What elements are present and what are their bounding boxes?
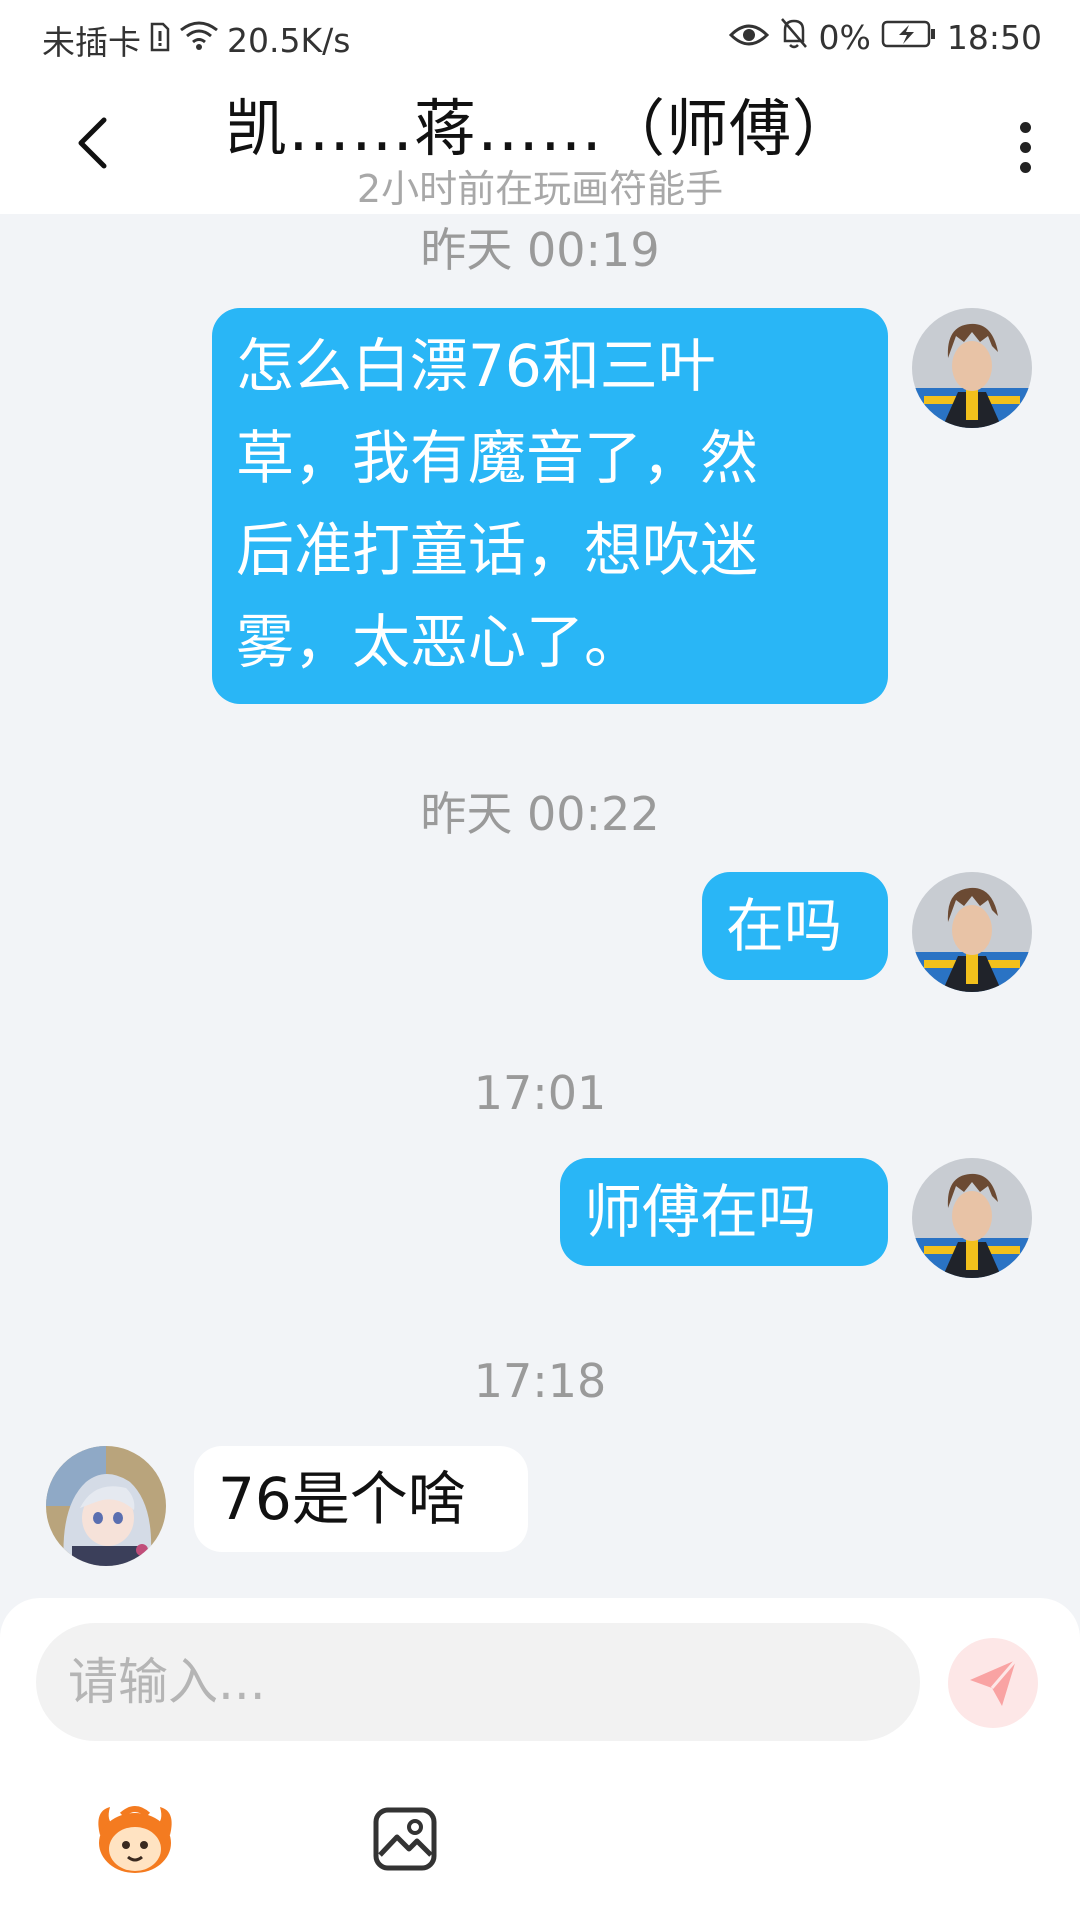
message-input[interactable] — [36, 1623, 920, 1741]
message-bubble-sent[interactable]: 怎么白漂76和三叶 草，我有魔音了，然 后准打童话，想吹迷 雾，太恶心了。 — [212, 308, 888, 704]
message-line: 雾，太恶心了。 — [236, 608, 643, 676]
carrier-label: 未插卡 — [42, 23, 141, 62]
chat-header: 凯……蒋……（师傅） 2小时前在玩画符能手 — [0, 76, 1080, 214]
time-separator: 昨天 00:22 — [420, 787, 660, 841]
my-avatar[interactable] — [912, 872, 1032, 992]
back-button[interactable] — [62, 108, 122, 178]
contact-name: 凯……蒋……（师傅） — [224, 92, 855, 165]
contact-avatar[interactable] — [46, 1446, 166, 1566]
my-avatar[interactable] — [912, 1158, 1032, 1278]
emoji-mascot-icon — [98, 1806, 172, 1873]
battery-charging-icon — [881, 18, 937, 57]
status-left: 未插卡 20.5K/s — [42, 16, 350, 64]
message-bubble-sent[interactable]: 在吗 — [702, 872, 888, 980]
message-bubble-sent[interactable]: 师傅在吗 — [560, 1158, 888, 1266]
time-separator: 17:01 — [473, 1066, 607, 1120]
message-text: 76是个啥 — [218, 1465, 466, 1533]
status-right: 0% 18:50 — [728, 16, 1042, 58]
wifi-icon — [179, 20, 219, 60]
my-avatar[interactable] — [912, 308, 1032, 428]
message-line: 草，我有魔音了，然 — [236, 424, 759, 492]
send-button[interactable] — [948, 1638, 1038, 1728]
battery-percent: 0% — [818, 17, 871, 57]
chevron-left-icon — [78, 117, 107, 169]
emoji-button[interactable] — [90, 1794, 180, 1884]
message-text: 在吗 — [726, 892, 843, 960]
image-icon — [373, 1807, 437, 1871]
contact-status: 2小时前在玩画符能手 — [356, 167, 724, 211]
input-panel — [0, 1598, 1080, 1920]
message-list[interactable]: 昨天 00:19 怎么白漂76和三叶 草，我有魔音了，然 后准打童话，想吹迷 雾… — [0, 214, 1080, 1594]
more-dot — [1019, 141, 1031, 153]
time-separator: 昨天 00:19 — [420, 223, 660, 277]
message-line: 怎么白漂76和三叶 — [236, 332, 716, 400]
message-bubble-received[interactable]: 76是个啥 — [194, 1446, 528, 1552]
send-icon — [970, 1659, 1018, 1706]
sim-icon — [149, 21, 171, 60]
message-line: 后准打童话，想吹迷 — [236, 516, 759, 584]
eye-icon — [728, 18, 769, 57]
clock: 18:50 — [946, 17, 1042, 57]
status-bar: 未插卡 20.5K/s 0% 18:50 — [0, 0, 1080, 76]
time-separator: 17:18 — [473, 1354, 607, 1408]
bell-off-icon — [779, 16, 809, 58]
image-button[interactable] — [360, 1794, 450, 1884]
net-speed: 20.5K/s — [227, 20, 351, 60]
message-text: 师傅在吗 — [584, 1178, 817, 1246]
more-dot — [1019, 161, 1031, 173]
more-options-button[interactable] — [1000, 112, 1050, 182]
more-vertical-icon — [1019, 121, 1031, 133]
